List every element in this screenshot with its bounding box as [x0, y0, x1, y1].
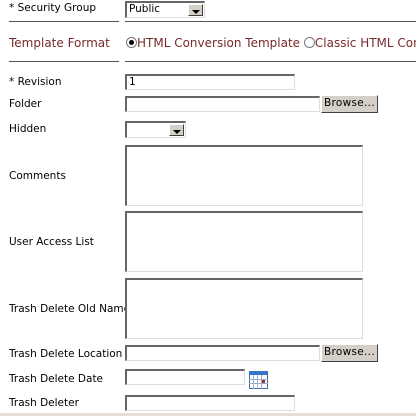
calendar-icon[interactable]	[249, 371, 268, 389]
comments-textarea[interactable]	[125, 145, 363, 206]
folder-browse-button[interactable]: Browse...	[321, 95, 378, 113]
revision-input[interactable]: 1	[125, 74, 295, 90]
hidden-select[interactable]	[125, 121, 186, 138]
template-format-radio-group: HTML Conversion Template Classic HTML Co…	[126, 36, 416, 50]
hidden-label: Hidden	[9, 123, 47, 135]
security-group-select[interactable]: Public	[125, 1, 205, 18]
trash-delete-old-name-textarea[interactable]	[125, 278, 363, 339]
trash-delete-old-name-label: Trash Delete Old Name	[9, 303, 131, 315]
radio-unselected-icon[interactable]	[303, 37, 315, 48]
radio-selected-icon[interactable]	[126, 37, 137, 48]
radio-label: HTML Conversion Template	[137, 36, 301, 50]
divider	[9, 61, 119, 62]
trash-location-browse-button[interactable]: Browse...	[321, 344, 378, 362]
security-group-value: Public	[129, 3, 161, 15]
folder-label: Folder	[9, 98, 42, 110]
divider	[125, 21, 416, 22]
trash-delete-location-input[interactable]	[125, 345, 320, 361]
trash-deleter-label: Trash Deleter	[9, 397, 79, 409]
comments-label: Comments	[9, 170, 66, 182]
radio-classic-html[interactable]: Classic HTML Conv	[303, 36, 416, 50]
divider	[9, 21, 119, 22]
user-access-list-label: User Access List	[9, 236, 94, 248]
user-access-list-textarea[interactable]	[125, 211, 363, 272]
radio-html-conversion[interactable]: HTML Conversion Template	[126, 36, 300, 50]
security-group-label: * Security Group	[9, 2, 97, 14]
radio-label: Classic HTML Conv	[314, 36, 416, 50]
chevron-down-icon[interactable]	[169, 124, 184, 136]
trash-delete-date-input[interactable]	[125, 369, 245, 385]
trash-deleter-input[interactable]	[125, 395, 295, 411]
template-format-label: Template Format	[9, 36, 110, 50]
folder-input[interactable]	[125, 96, 320, 112]
chevron-down-icon[interactable]	[188, 4, 203, 16]
revision-label: * Revision	[9, 76, 62, 88]
trash-delete-date-label: Trash Delete Date	[9, 373, 104, 385]
trash-delete-location-label: Trash Delete Location	[9, 348, 123, 360]
divider	[125, 61, 416, 62]
